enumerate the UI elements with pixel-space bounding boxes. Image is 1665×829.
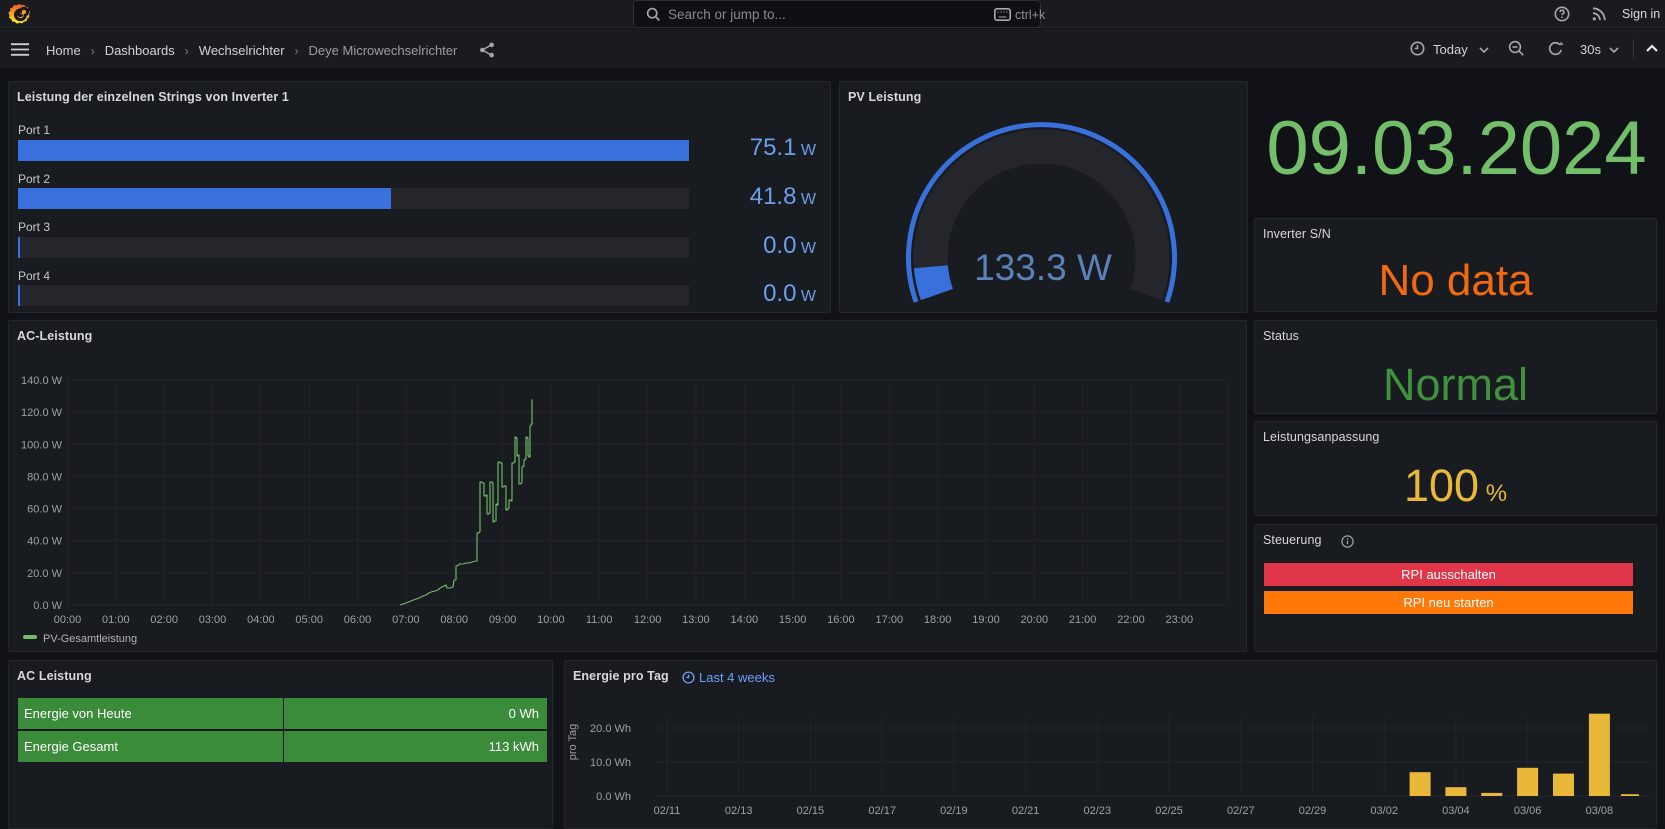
svg-text:40.0 W: 40.0 W (27, 536, 62, 548)
svg-text:14:00: 14:00 (731, 614, 759, 626)
svg-text:20.0 Wh: 20.0 Wh (590, 723, 631, 735)
svg-text:02/29: 02/29 (1299, 805, 1327, 817)
svg-text:02/23: 02/23 (1084, 805, 1112, 817)
svg-text:08:00: 08:00 (440, 614, 468, 626)
svg-text:80.0 W: 80.0 W (27, 471, 62, 483)
svg-text:01:00: 01:00 (102, 614, 130, 626)
svg-text:02/11: 02/11 (654, 805, 681, 817)
svg-text:00:00: 00:00 (54, 614, 82, 626)
svg-text:04:00: 04:00 (247, 614, 275, 626)
svg-text:09:00: 09:00 (489, 614, 517, 626)
svg-text:05:00: 05:00 (295, 614, 323, 626)
svg-text:23:00: 23:00 (1166, 614, 1194, 626)
svg-text:22:00: 22:00 (1117, 614, 1145, 626)
svg-text:02/13: 02/13 (725, 805, 753, 817)
svg-text:20.0 W: 20.0 W (27, 568, 62, 580)
svg-text:03/08: 03/08 (1586, 805, 1614, 817)
svg-text:06:00: 06:00 (344, 614, 372, 626)
svg-text:140.0 W: 140.0 W (21, 375, 63, 387)
svg-text:02/19: 02/19 (940, 805, 968, 817)
svg-text:03/04: 03/04 (1442, 805, 1470, 817)
svg-text:17:00: 17:00 (876, 614, 904, 626)
svg-text:60.0 W: 60.0 W (27, 504, 62, 516)
svg-text:03/02: 03/02 (1370, 805, 1398, 817)
svg-text:10:00: 10:00 (537, 614, 565, 626)
svg-text:16:00: 16:00 (827, 614, 855, 626)
svg-text:0.0 W: 0.0 W (33, 600, 62, 612)
svg-text:07:00: 07:00 (392, 614, 420, 626)
svg-text:PV-Gesamtleistung: PV-Gesamtleistung (43, 633, 137, 645)
svg-text:02/17: 02/17 (868, 805, 896, 817)
svg-text:03:00: 03:00 (199, 614, 227, 626)
svg-text:18:00: 18:00 (924, 614, 952, 626)
svg-text:02/27: 02/27 (1227, 805, 1255, 817)
svg-text:12:00: 12:00 (634, 614, 662, 626)
svg-text:11:00: 11:00 (586, 614, 613, 626)
svg-text:19:00: 19:00 (972, 614, 1000, 626)
svg-text:pro Tag: pro Tag (567, 724, 579, 761)
svg-text:02/21: 02/21 (1012, 805, 1040, 817)
svg-text:15:00: 15:00 (779, 614, 807, 626)
svg-text:21:00: 21:00 (1069, 614, 1097, 626)
svg-text:13:00: 13:00 (682, 614, 710, 626)
svg-text:10.0 Wh: 10.0 Wh (590, 757, 631, 769)
svg-text:100.0 W: 100.0 W (21, 439, 63, 451)
svg-text:133.3 W: 133.3 W (974, 247, 1112, 288)
svg-text:120.0 W: 120.0 W (21, 407, 63, 419)
svg-text:02/25: 02/25 (1155, 805, 1183, 817)
svg-text:0.0 Wh: 0.0 Wh (596, 791, 631, 803)
svg-text:02/15: 02/15 (797, 805, 825, 817)
svg-text:03/06: 03/06 (1514, 805, 1542, 817)
svg-text:02:00: 02:00 (150, 614, 178, 626)
svg-text:20:00: 20:00 (1021, 614, 1049, 626)
